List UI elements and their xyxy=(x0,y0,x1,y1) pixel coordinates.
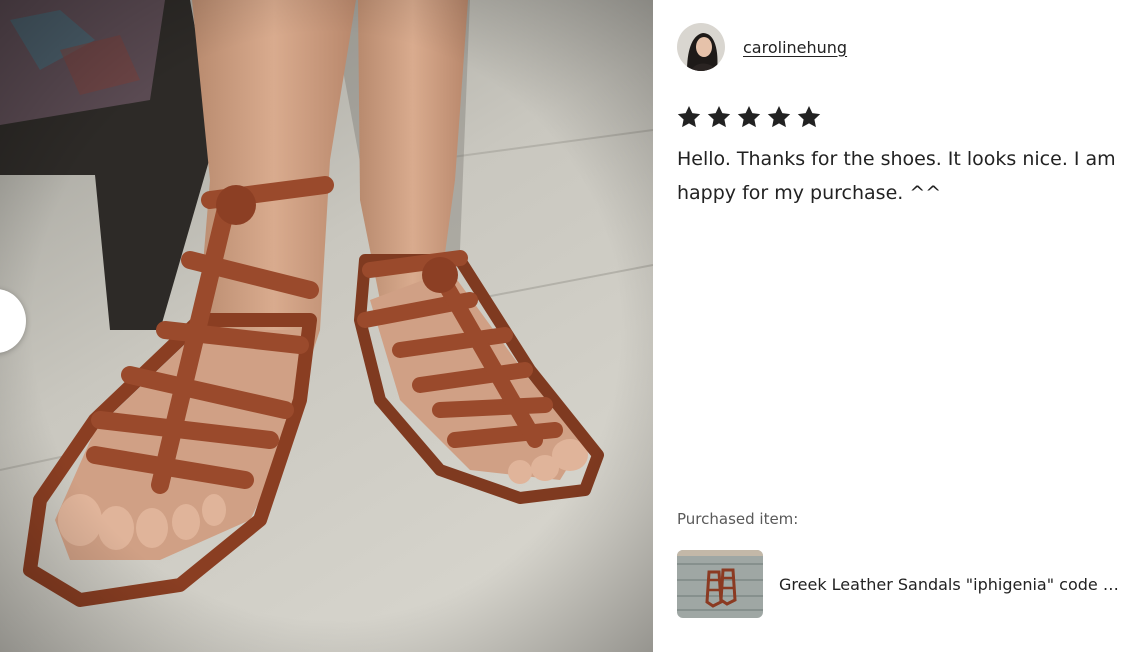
review-panel: carolinehung Hello. Thanks for the shoes… xyxy=(653,0,1128,652)
purchased-item-title[interactable]: Greek Leather Sandals "iphigenia" code 1… xyxy=(779,575,1119,594)
review-photo xyxy=(0,0,653,652)
reviewer-info: carolinehung xyxy=(677,23,847,71)
star-icon xyxy=(677,105,701,128)
purchased-item-thumbnail[interactable] xyxy=(677,550,763,618)
sandals-photo-illustration xyxy=(0,0,653,652)
star-icon xyxy=(707,105,731,128)
star-icon xyxy=(797,105,821,128)
star-icon xyxy=(767,105,791,128)
purchased-item-link[interactable]: Greek Leather Sandals "iphigenia" code 1… xyxy=(677,549,1128,619)
review-text: Hello. Thanks for the shoes. It looks ni… xyxy=(677,148,1116,204)
reviewer-username-link[interactable]: carolinehung xyxy=(743,38,847,57)
purchased-item-label: Purchased item: xyxy=(677,510,799,528)
avatar[interactable] xyxy=(677,23,725,71)
review-modal: carolinehung Hello. Thanks for the shoes… xyxy=(0,0,1128,652)
star-rating xyxy=(676,104,822,130)
star-icon xyxy=(737,105,761,128)
